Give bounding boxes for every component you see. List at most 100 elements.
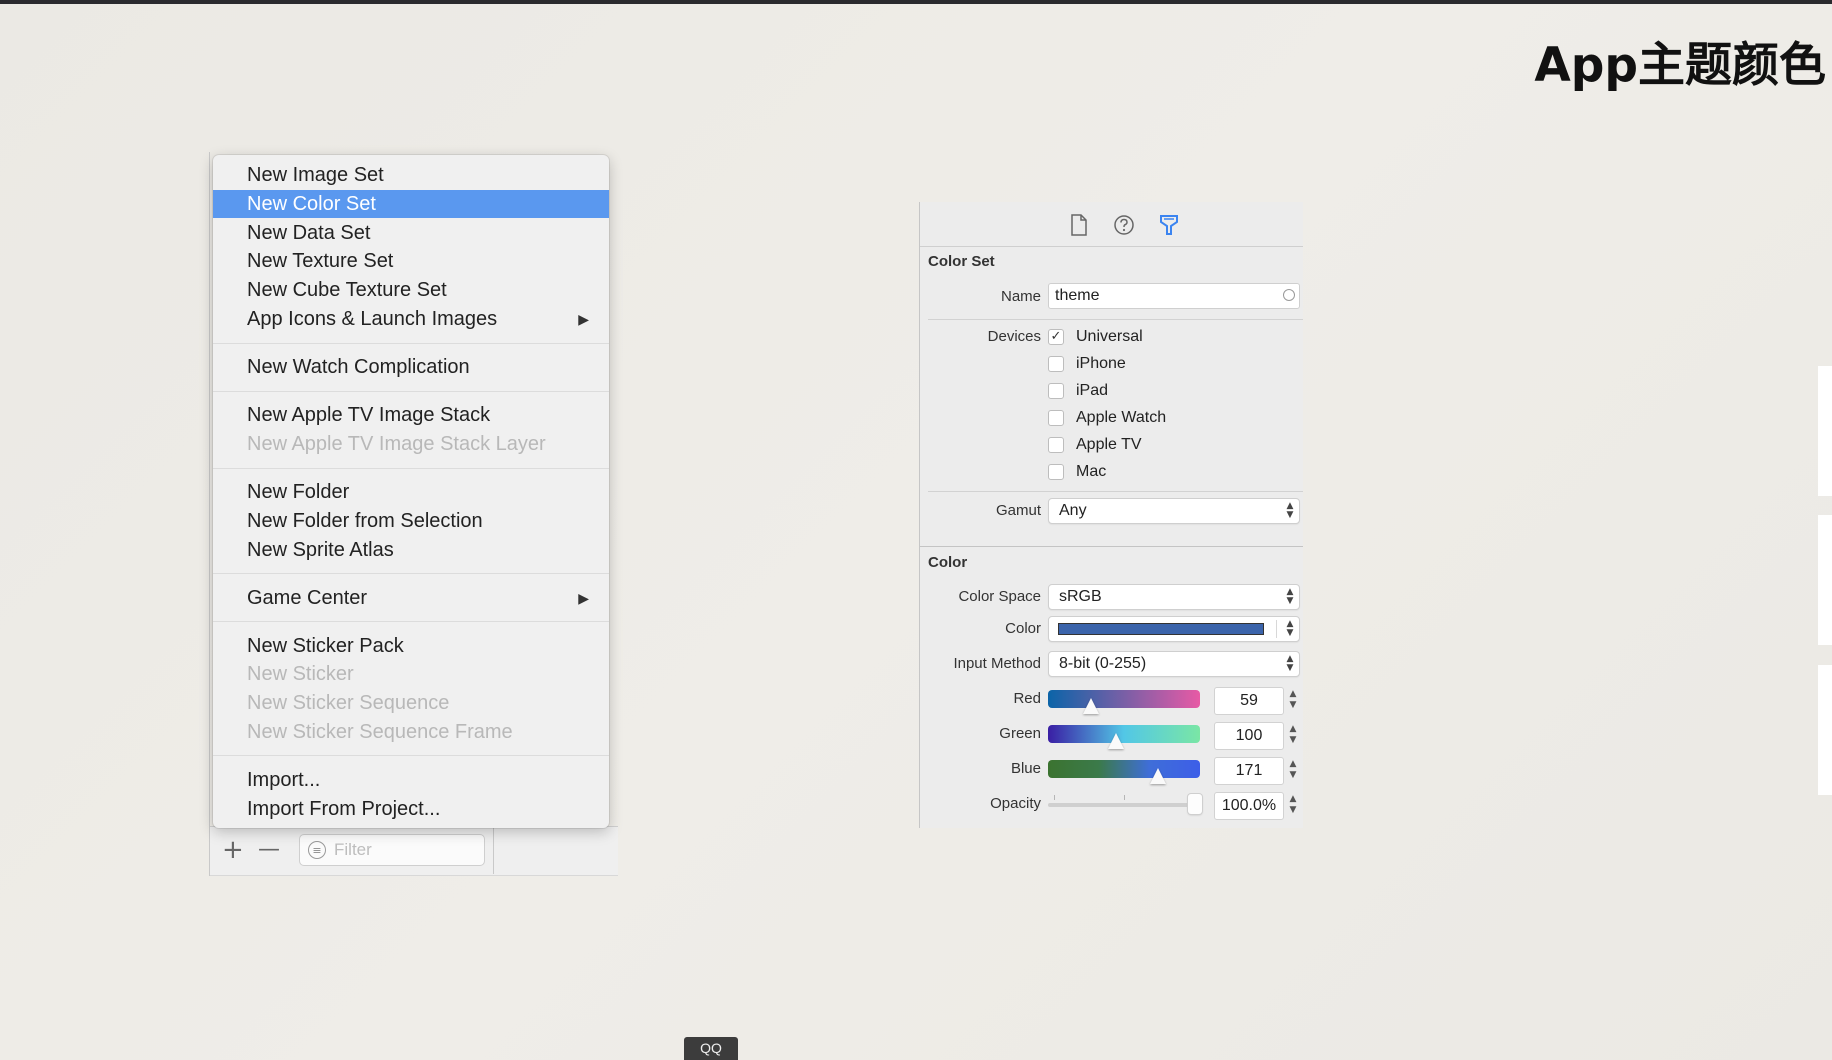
blue-slider[interactable] (1048, 760, 1200, 784)
menu-item-new-sprite-atlas[interactable]: New Sprite Atlas (213, 536, 609, 564)
window-edge (1818, 366, 1832, 496)
menu-separator (213, 391, 609, 392)
slide-title: App主题颜色 (1534, 38, 1826, 93)
menu-item-new-folder-from-selection[interactable]: New Folder from Selection (213, 507, 609, 535)
opacity-field[interactable]: 100.0% (1214, 792, 1284, 820)
device-mac[interactable]: Mac (1048, 461, 1106, 483)
popup-arrows-icon: ▲ ▼ (1286, 587, 1294, 606)
device-iphone[interactable]: iPhone (1048, 353, 1126, 375)
input-method-label: Input Method (953, 655, 1041, 672)
green-slider-thumb[interactable] (1108, 733, 1124, 749)
inspector-tab-bar (920, 202, 1303, 247)
qq-taskbar-badge[interactable]: QQ (684, 1037, 738, 1060)
file-icon[interactable] (1068, 213, 1090, 237)
color-space-label: Color Space (958, 588, 1041, 605)
menu-separator (213, 573, 609, 574)
menu-item-new-sticker-sequence: New Sticker Sequence (247, 692, 450, 714)
device-universal[interactable]: ✓ Universal (1048, 326, 1143, 348)
attributes-inspector: Color Set Name theme Devices ✓ Universal… (919, 202, 1303, 828)
gamut-popup[interactable]: Any ▲ ▼ (1048, 498, 1300, 524)
opacity-tick (1054, 795, 1055, 800)
opacity-slider[interactable] (1048, 794, 1202, 814)
menu-item-app-icons[interactable]: App Icons & Launch Images ▶ (213, 305, 609, 333)
menu-item-new-sticker-pack[interactable]: New Sticker Pack (213, 632, 609, 660)
section-separator (928, 491, 1303, 492)
devices-label: Devices (987, 328, 1041, 345)
menu-item-import[interactable]: Import... (213, 766, 609, 794)
checkbox-apple-tv[interactable] (1048, 437, 1064, 453)
blue-slider-thumb[interactable] (1150, 768, 1166, 784)
section-separator (920, 546, 1303, 547)
blue-stepper-icon[interactable]: ▲ ▼ (1288, 759, 1298, 783)
menu-separator (213, 468, 609, 469)
navigator-divider (493, 826, 494, 874)
menu-item-new-sticker-sequence-frame: New Sticker Sequence Frame (247, 721, 513, 743)
menu-item-game-center[interactable]: Game Center ▶ (213, 584, 609, 612)
menu-item-new-texture-set[interactable]: New Texture Set (213, 247, 609, 275)
help-icon[interactable] (1113, 213, 1135, 237)
submenu-arrow-icon: ▶ (578, 311, 589, 327)
green-label: Green (999, 725, 1041, 742)
menu-item-new-watch-complication[interactable]: New Watch Complication (213, 353, 609, 381)
menu-item-import-from-project[interactable]: Import From Project... (213, 795, 609, 823)
device-apple-tv[interactable]: Apple TV (1048, 434, 1142, 456)
color-header: Color (928, 554, 968, 571)
color-swatch[interactable] (1058, 623, 1264, 635)
menu-item-new-image-set[interactable]: New Image Set (213, 161, 609, 189)
window-edge (1818, 515, 1832, 645)
menu-separator (213, 621, 609, 622)
popup-arrows-icon: ▲ ▼ (1286, 619, 1294, 638)
opacity-stepper-icon[interactable]: ▲ ▼ (1288, 794, 1298, 818)
red-slider[interactable] (1048, 690, 1200, 714)
submenu-arrow-icon: ▶ (578, 590, 589, 606)
green-slider[interactable] (1048, 725, 1200, 749)
filter-field[interactable]: ≡ (299, 834, 485, 866)
menu-separator (213, 343, 609, 344)
color-set-header: Color Set (928, 253, 995, 270)
opacity-label: Opacity (990, 795, 1041, 812)
menu-item-new-apple-tv-image-stack[interactable]: New Apple TV Image Stack (213, 401, 609, 429)
menu-item-new-folder[interactable]: New Folder (213, 478, 609, 506)
menu-item-new-apple-tv-image-stack-layer: New Apple TV Image Stack Layer (247, 433, 546, 455)
checkbox-ipad[interactable] (1048, 383, 1064, 399)
add-button[interactable]: + (222, 836, 244, 864)
menu-item-new-sticker: New Sticker (247, 663, 354, 685)
menu-separator (213, 755, 609, 756)
device-apple-watch[interactable]: Apple Watch (1048, 407, 1166, 429)
checkbox-mac[interactable] (1048, 464, 1064, 480)
gamut-label: Gamut (995, 502, 1041, 519)
blue-label: Blue (1010, 760, 1041, 777)
checkbox-universal[interactable]: ✓ (1048, 329, 1064, 345)
menu-item-new-cube-texture-set[interactable]: New Cube Texture Set (213, 276, 609, 304)
color-label: Color (1005, 620, 1041, 637)
color-well[interactable]: ▲ ▼ (1048, 616, 1300, 642)
red-label: Red (1013, 690, 1041, 707)
clear-icon[interactable] (1283, 289, 1295, 301)
red-stepper-icon[interactable]: ▲ ▼ (1288, 689, 1298, 713)
menu-item-new-color-set[interactable]: New Color Set (213, 190, 609, 218)
name-field[interactable]: theme (1048, 283, 1300, 309)
checkbox-iphone[interactable] (1048, 356, 1064, 372)
green-field[interactable]: 100 (1214, 722, 1284, 750)
screen-top-bar (0, 0, 1832, 4)
filter-input[interactable] (332, 839, 476, 861)
popup-arrows-icon: ▲ ▼ (1286, 501, 1294, 520)
name-label: Name (1000, 288, 1041, 305)
filter-icon: ≡ (308, 841, 326, 859)
red-field[interactable]: 59 (1214, 687, 1284, 715)
blue-field[interactable]: 171 (1214, 757, 1284, 785)
red-slider-thumb[interactable] (1083, 698, 1099, 714)
menu-item-new-data-set[interactable]: New Data Set (213, 219, 609, 247)
input-method-popup[interactable]: 8-bit (0-255) ▲ ▼ (1048, 651, 1300, 677)
popup-divider (1276, 620, 1277, 638)
device-ipad[interactable]: iPad (1048, 380, 1108, 402)
checkbox-apple-watch[interactable] (1048, 410, 1064, 426)
green-stepper-icon[interactable]: ▲ ▼ (1288, 724, 1298, 748)
attributes-icon[interactable] (1158, 213, 1180, 237)
name-value: theme (1055, 287, 1100, 304)
remove-button[interactable]: — (258, 836, 280, 864)
popup-arrows-icon: ▲ ▼ (1286, 654, 1294, 673)
section-separator (928, 319, 1303, 320)
opacity-slider-knob[interactable] (1188, 794, 1202, 814)
color-space-popup[interactable]: sRGB ▲ ▼ (1048, 584, 1300, 610)
